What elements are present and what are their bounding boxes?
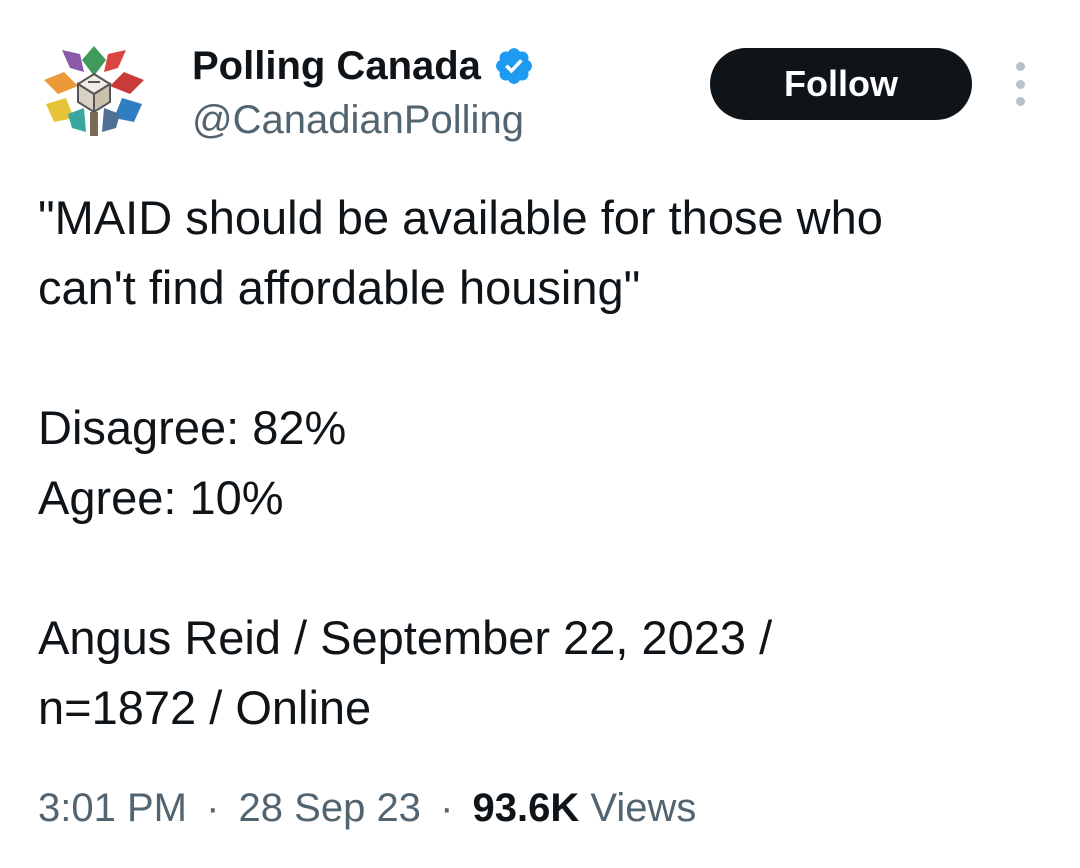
follow-button[interactable]: Follow	[710, 48, 972, 120]
tweet-line: Agree: 10%	[38, 471, 284, 524]
verified-badge-icon[interactable]	[493, 45, 535, 87]
avatar[interactable]	[40, 42, 148, 138]
tweet-line: can't find affordable housing"	[38, 261, 641, 314]
tweet-line: n=1872 / Online	[38, 681, 372, 734]
author-handle[interactable]: @CanadianPolling	[192, 94, 524, 146]
author-name-row[interactable]: Polling Canada	[192, 40, 535, 92]
tweet-meta: 3:01 PM · 28 Sep 23 · 93.6K Views	[38, 782, 696, 834]
tweet-date[interactable]: 28 Sep 23	[239, 786, 421, 830]
more-dot	[1015, 62, 1025, 71]
author-name[interactable]: Polling Canada	[192, 40, 481, 92]
tweet-text: "MAID should be available for those who …	[38, 183, 1058, 743]
tweet-line: Angus Reid / September 22, 2023 /	[38, 611, 773, 664]
tweet-line: "MAID should be available for those who	[38, 191, 883, 244]
polling-canada-logo-icon	[44, 46, 144, 136]
meta-separator: ·	[440, 786, 454, 830]
views-count[interactable]: 93.6K	[473, 786, 580, 830]
meta-separator: ·	[206, 786, 220, 830]
views-label[interactable]: Views	[590, 786, 696, 830]
more-options-icon[interactable]	[1002, 62, 1038, 106]
more-dot	[1015, 97, 1025, 106]
tweet-time[interactable]: 3:01 PM	[38, 786, 187, 830]
more-dot	[1015, 79, 1025, 89]
tweet-line: Disagree: 82%	[38, 401, 347, 454]
